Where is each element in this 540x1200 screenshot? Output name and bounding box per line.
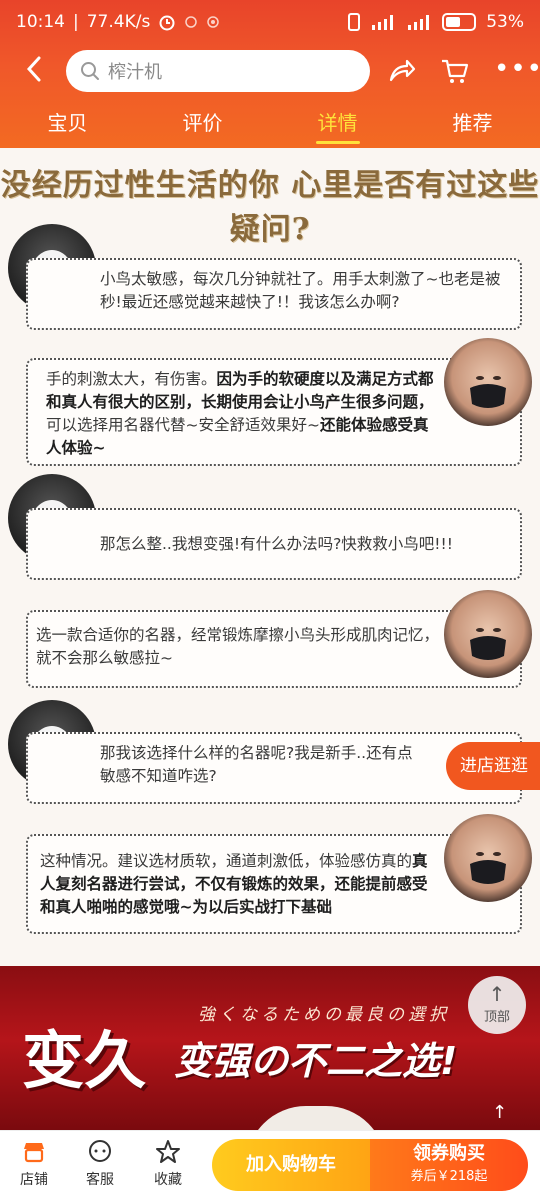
face-mask-icon xyxy=(470,852,506,884)
signal-5g-icon xyxy=(408,15,430,30)
search-input[interactable]: 榨汁机 xyxy=(66,50,370,92)
tab-bar: 宝贝 评价 详情 推荐 xyxy=(0,104,540,144)
promo-banner: 強くなるための最良の選択 变久 变强の不二之选! ↑ xyxy=(0,966,540,1130)
notification-icon xyxy=(185,16,198,28)
face-mask-icon xyxy=(470,376,506,408)
customer-service-button[interactable]: 客服 xyxy=(70,1139,130,1189)
girl-avatar xyxy=(444,338,532,426)
girl-avatar xyxy=(444,590,532,678)
tab-reviews[interactable]: 评价 xyxy=(135,104,270,144)
clock: 10:14 xyxy=(16,12,65,32)
coupon-price: 券后￥218起 xyxy=(410,1169,488,1184)
shop-nav-button[interactable]: 店铺 xyxy=(4,1139,64,1189)
arrow-up-icon: ↑ xyxy=(488,982,506,1006)
share-icon[interactable] xyxy=(386,56,416,86)
battery-level: 53% xyxy=(486,12,524,32)
star-icon xyxy=(156,1140,180,1163)
search-placeholder: 榨汁机 xyxy=(108,62,162,83)
top-header: 10:14 | 77.4K/s 53% 榨汁机 ••• 宝贝 评价 详情 推荐 xyxy=(0,0,540,148)
product-image xyxy=(246,1106,386,1130)
network-speed: 77.4K/s xyxy=(86,12,151,32)
battery-icon xyxy=(442,13,477,31)
tab-item[interactable]: 宝贝 xyxy=(0,104,135,144)
more-menu-icon[interactable]: ••• xyxy=(494,54,540,84)
tab-recommend[interactable]: 推荐 xyxy=(405,104,540,144)
notification-icon-2 xyxy=(207,16,220,28)
arrow-up-icon: ↑ xyxy=(492,1102,508,1123)
back-to-top-button[interactable]: ↑ 顶部 xyxy=(468,976,526,1034)
detail-content: 没经历过性生活的你 心里是否有过这些疑问? 小鸟太敏感，每次几分钟就社了。用手太… xyxy=(0,148,540,966)
bottom-bar: 店铺 客服 收藏 加入购物车 领券购买 券后￥218起 xyxy=(0,1130,540,1200)
chat-icon xyxy=(89,1140,111,1162)
search-row: 榨汁机 ••• xyxy=(0,48,540,94)
search-icon xyxy=(81,62,99,80)
message-bubble: 小鸟太敏感，每次几分钟就社了。用手太刺激了~也老是被秒!最近还感觉越来越快了!！… xyxy=(26,258,522,330)
promo-tagline: 变强の不二之选! xyxy=(174,1039,458,1083)
promo-big-text: 变久 xyxy=(22,1024,147,1097)
vibrate-icon xyxy=(348,13,361,31)
buy-with-coupon-button[interactable]: 领券购买 券后￥218起 xyxy=(370,1139,528,1191)
face-mask-icon xyxy=(470,628,506,660)
girl-avatar xyxy=(444,814,532,902)
promo-subtitle: 強くなるための最良の選択 xyxy=(198,1005,450,1025)
alarm-icon xyxy=(159,15,175,31)
tab-details[interactable]: 详情 xyxy=(270,104,405,144)
chevron-left-icon xyxy=(26,56,41,82)
add-to-cart-button[interactable]: 加入购物车 xyxy=(212,1139,370,1191)
signal-4g-icon xyxy=(372,15,394,30)
cart-icon[interactable] xyxy=(440,56,470,86)
message-bubble: 那怎么整..我想变强!有什么办法吗?快救救小鸟吧!!! xyxy=(26,508,522,580)
enter-shop-button[interactable]: 进店逛逛 xyxy=(446,742,540,790)
buy-label: 领券购买 xyxy=(413,1143,485,1164)
shop-icon xyxy=(24,1143,44,1163)
back-button[interactable] xyxy=(22,54,52,88)
favorite-button[interactable]: 收藏 xyxy=(138,1139,198,1189)
status-bar: 10:14 | 77.4K/s 53% xyxy=(16,12,524,32)
